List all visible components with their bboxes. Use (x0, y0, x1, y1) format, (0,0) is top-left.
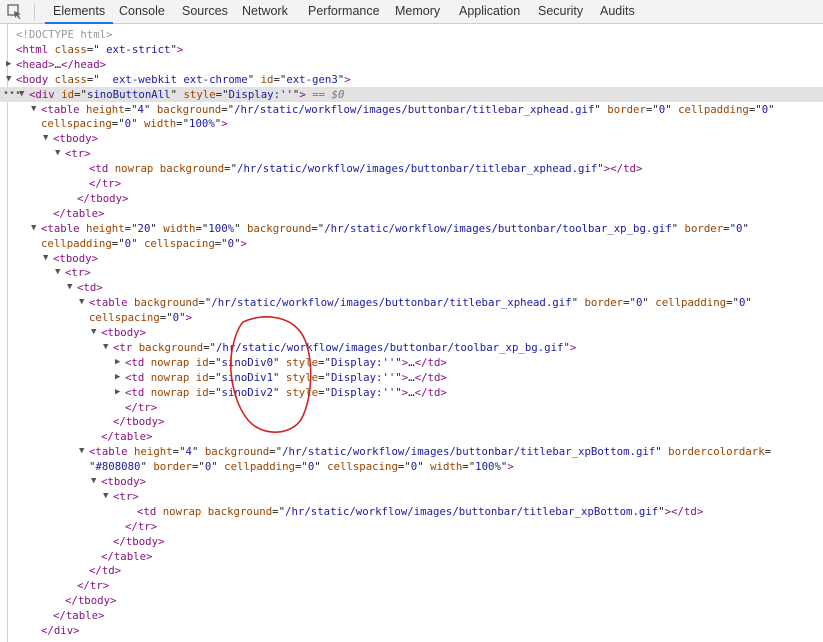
red-circle-annotation (229, 316, 312, 433)
